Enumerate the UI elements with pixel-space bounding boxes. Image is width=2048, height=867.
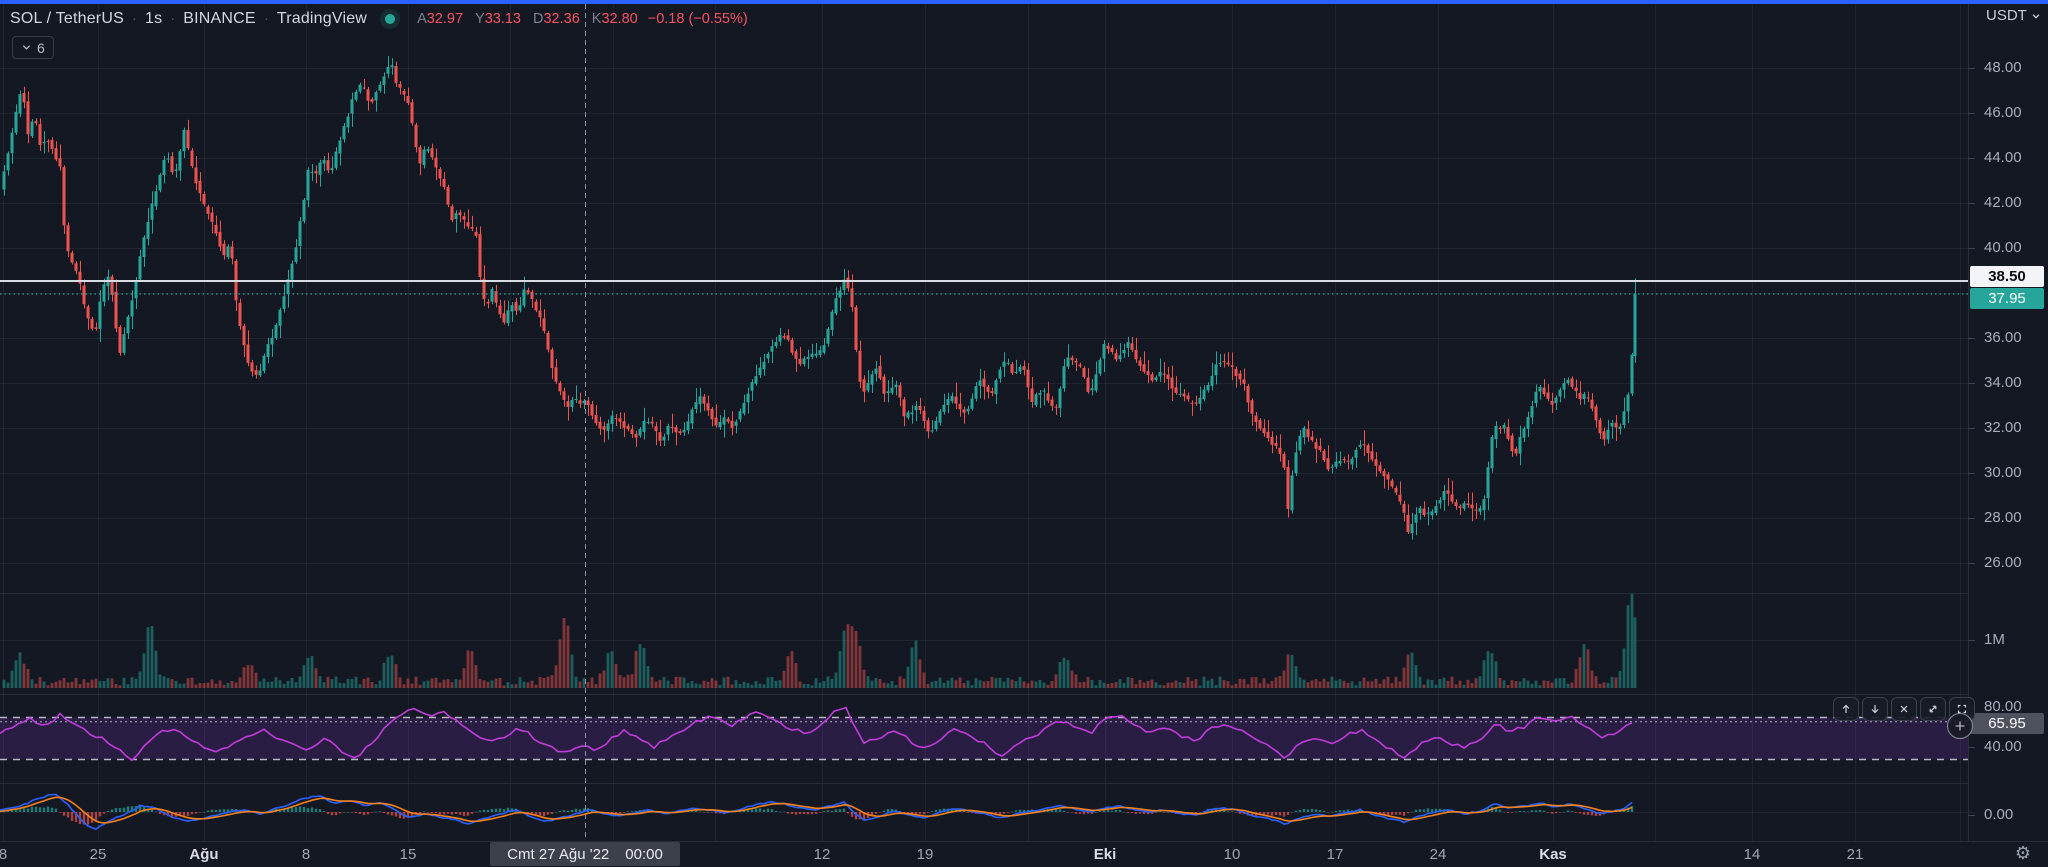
separator-dot: · [264,10,269,27]
time-month-label: Ağu [189,846,218,863]
ohlc-values: A32.97 Y33.13 D32.36 K32.80 [405,10,638,28]
rsi-lower-band-label: 40.00 [1984,738,2022,756]
chevron-down-icon [2031,11,2041,21]
macd-zero-label: 0.00 [1984,806,2013,824]
time-axis-settings-gear-icon[interactable]: ⚙ [2006,843,2040,865]
time-tick-label: 10 [1224,846,1241,863]
price-tick-label: 34.00 [1984,374,2022,392]
hidden-indicators-count: 6 [37,40,45,56]
crosshair-date: Cmt 27 Ağu '22 [507,846,609,863]
close-pane-icon [1898,703,1910,715]
price-tick-label: 42.00 [1984,194,2022,212]
time-tick-label: 25 [90,846,107,863]
price-tick-label: 26.00 [1984,554,2022,572]
price-tick-label: 40.00 [1984,239,2022,257]
separator-dot: · [132,10,137,27]
symbol-header: SOL / TetherUS · 1s · BINANCE · TradingView A3… [10,8,748,30]
symbol-description: SOL / TetherUS · 1s · BINANCE · TradingView [10,10,367,28]
price-tick-label: 48.00 [1984,59,2022,77]
ohlc-close: K32.80 [592,11,638,27]
trading-chart-app: SOL / TetherUS · 1s · BINANCE · TradingView A3… [0,0,2048,867]
time-tick-label: 15 [400,846,417,863]
ohlc-open: A32.97 [417,11,463,27]
last-price-label: 37.95 [1970,288,2044,309]
ohlc-high: Y33.13 [475,11,521,27]
move-pane-up-button[interactable] [1833,697,1859,721]
crosshair-date-label: Cmt 27 Ağu '22 00:00 [490,842,680,866]
exchange-name[interactable]: BINANCE [183,10,256,27]
time-tick-label: 21 [1847,846,1864,863]
time-tick-label: 8 [0,846,7,863]
volume-scale-label: 1M [1984,631,2005,649]
price-tick-label: 28.00 [1984,509,2022,527]
currency-label: USDT [1986,7,2027,24]
time-tick-label: 17 [1327,846,1344,863]
market-status-dot-icon[interactable] [385,14,395,24]
timeframe[interactable]: 1s [145,10,162,27]
move-pane-down-icon [1869,703,1881,715]
plus-icon [1954,720,1966,732]
time-tick-label: 12 [814,846,831,863]
tradingview-link[interactable]: TradingView [277,10,367,27]
maximize-pane-button[interactable] [1920,697,1946,721]
rsi-current-value-label: 65.95 [1970,713,2044,734]
symbol-name[interactable]: SOL / TetherUS [10,10,124,27]
time-tick-label: 14 [1744,846,1761,863]
time-month-label: Eki [1094,846,1117,863]
loading-progress-bar [0,0,2048,4]
time-tick-label: 19 [917,846,934,863]
separator-dot: · [170,10,175,27]
price-tick-label: 44.00 [1984,149,2022,167]
time-tick-label: 8 [302,846,310,863]
chevron-down-icon [21,42,32,53]
price-change: −0.18 (−0.55%) [648,11,748,27]
legend-collapse-button[interactable]: 6 [12,36,54,59]
add-order-button[interactable] [1947,713,1973,739]
horizontal-line-price-label[interactable]: 38.50 [1970,266,2044,287]
close-pane-button[interactable] [1891,697,1917,721]
price-tick-label: 46.00 [1984,104,2022,122]
maximize-pane-icon [1927,703,1939,715]
price-tick-label: 30.00 [1984,464,2022,482]
time-tick-label: 24 [1430,846,1447,863]
crosshair-time: 00:00 [625,846,663,863]
move-pane-down-button[interactable] [1862,697,1888,721]
currency-selector[interactable]: USDT [1986,7,2041,24]
move-pane-up-icon [1840,703,1852,715]
time-month-label: Kas [1539,846,1567,863]
ohlc-low: D32.36 [533,11,580,27]
price-tick-label: 32.00 [1984,419,2022,437]
price-tick-label: 36.00 [1984,329,2022,347]
chart-canvas[interactable] [0,0,2048,867]
